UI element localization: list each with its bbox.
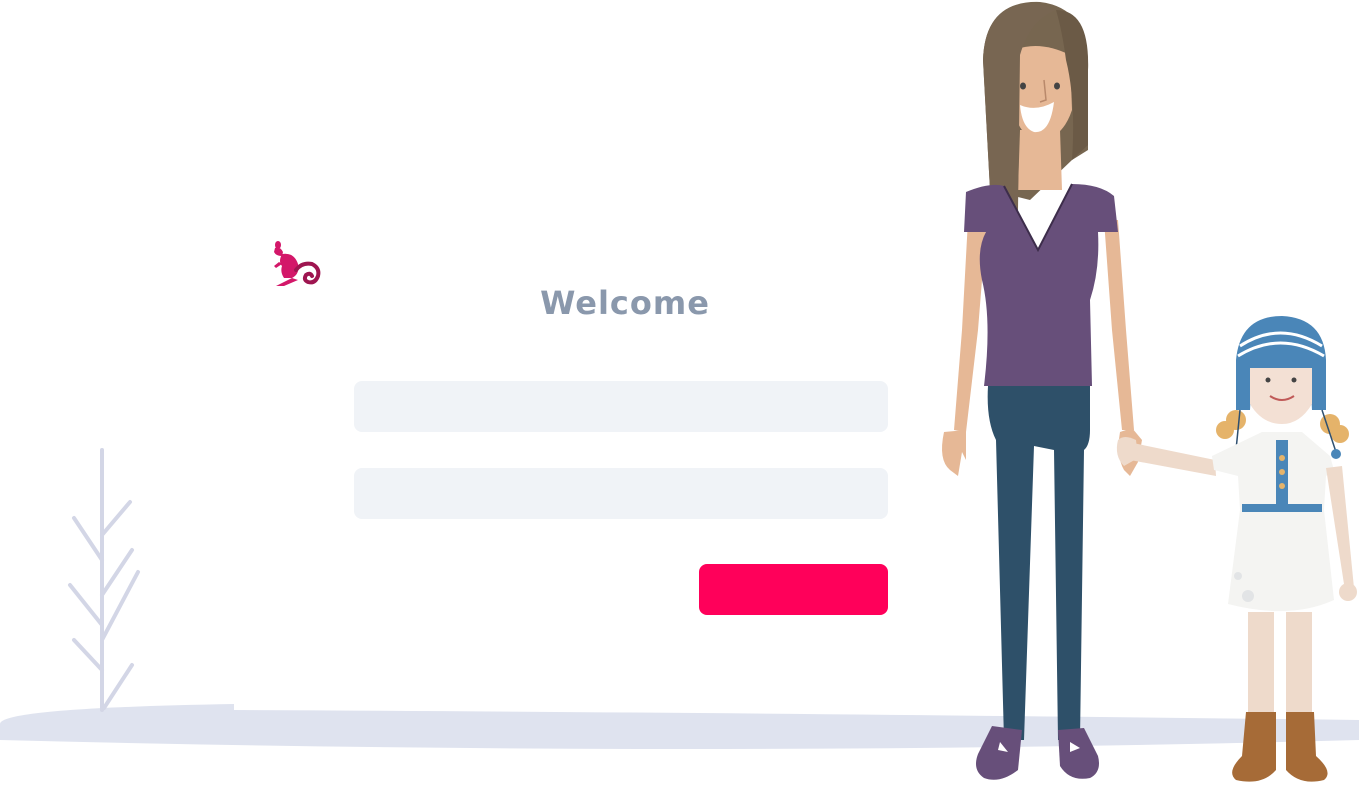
login-button[interactable] — [699, 564, 888, 615]
kangaroo-logo-icon — [274, 241, 321, 286]
girl-illustration — [1116, 316, 1357, 782]
password-field[interactable] — [354, 468, 888, 519]
page-title: Welcome — [540, 284, 710, 322]
tree-illustration — [68, 448, 140, 712]
login-page: Welcome — [0, 0, 1359, 786]
username-field[interactable] — [354, 381, 888, 432]
